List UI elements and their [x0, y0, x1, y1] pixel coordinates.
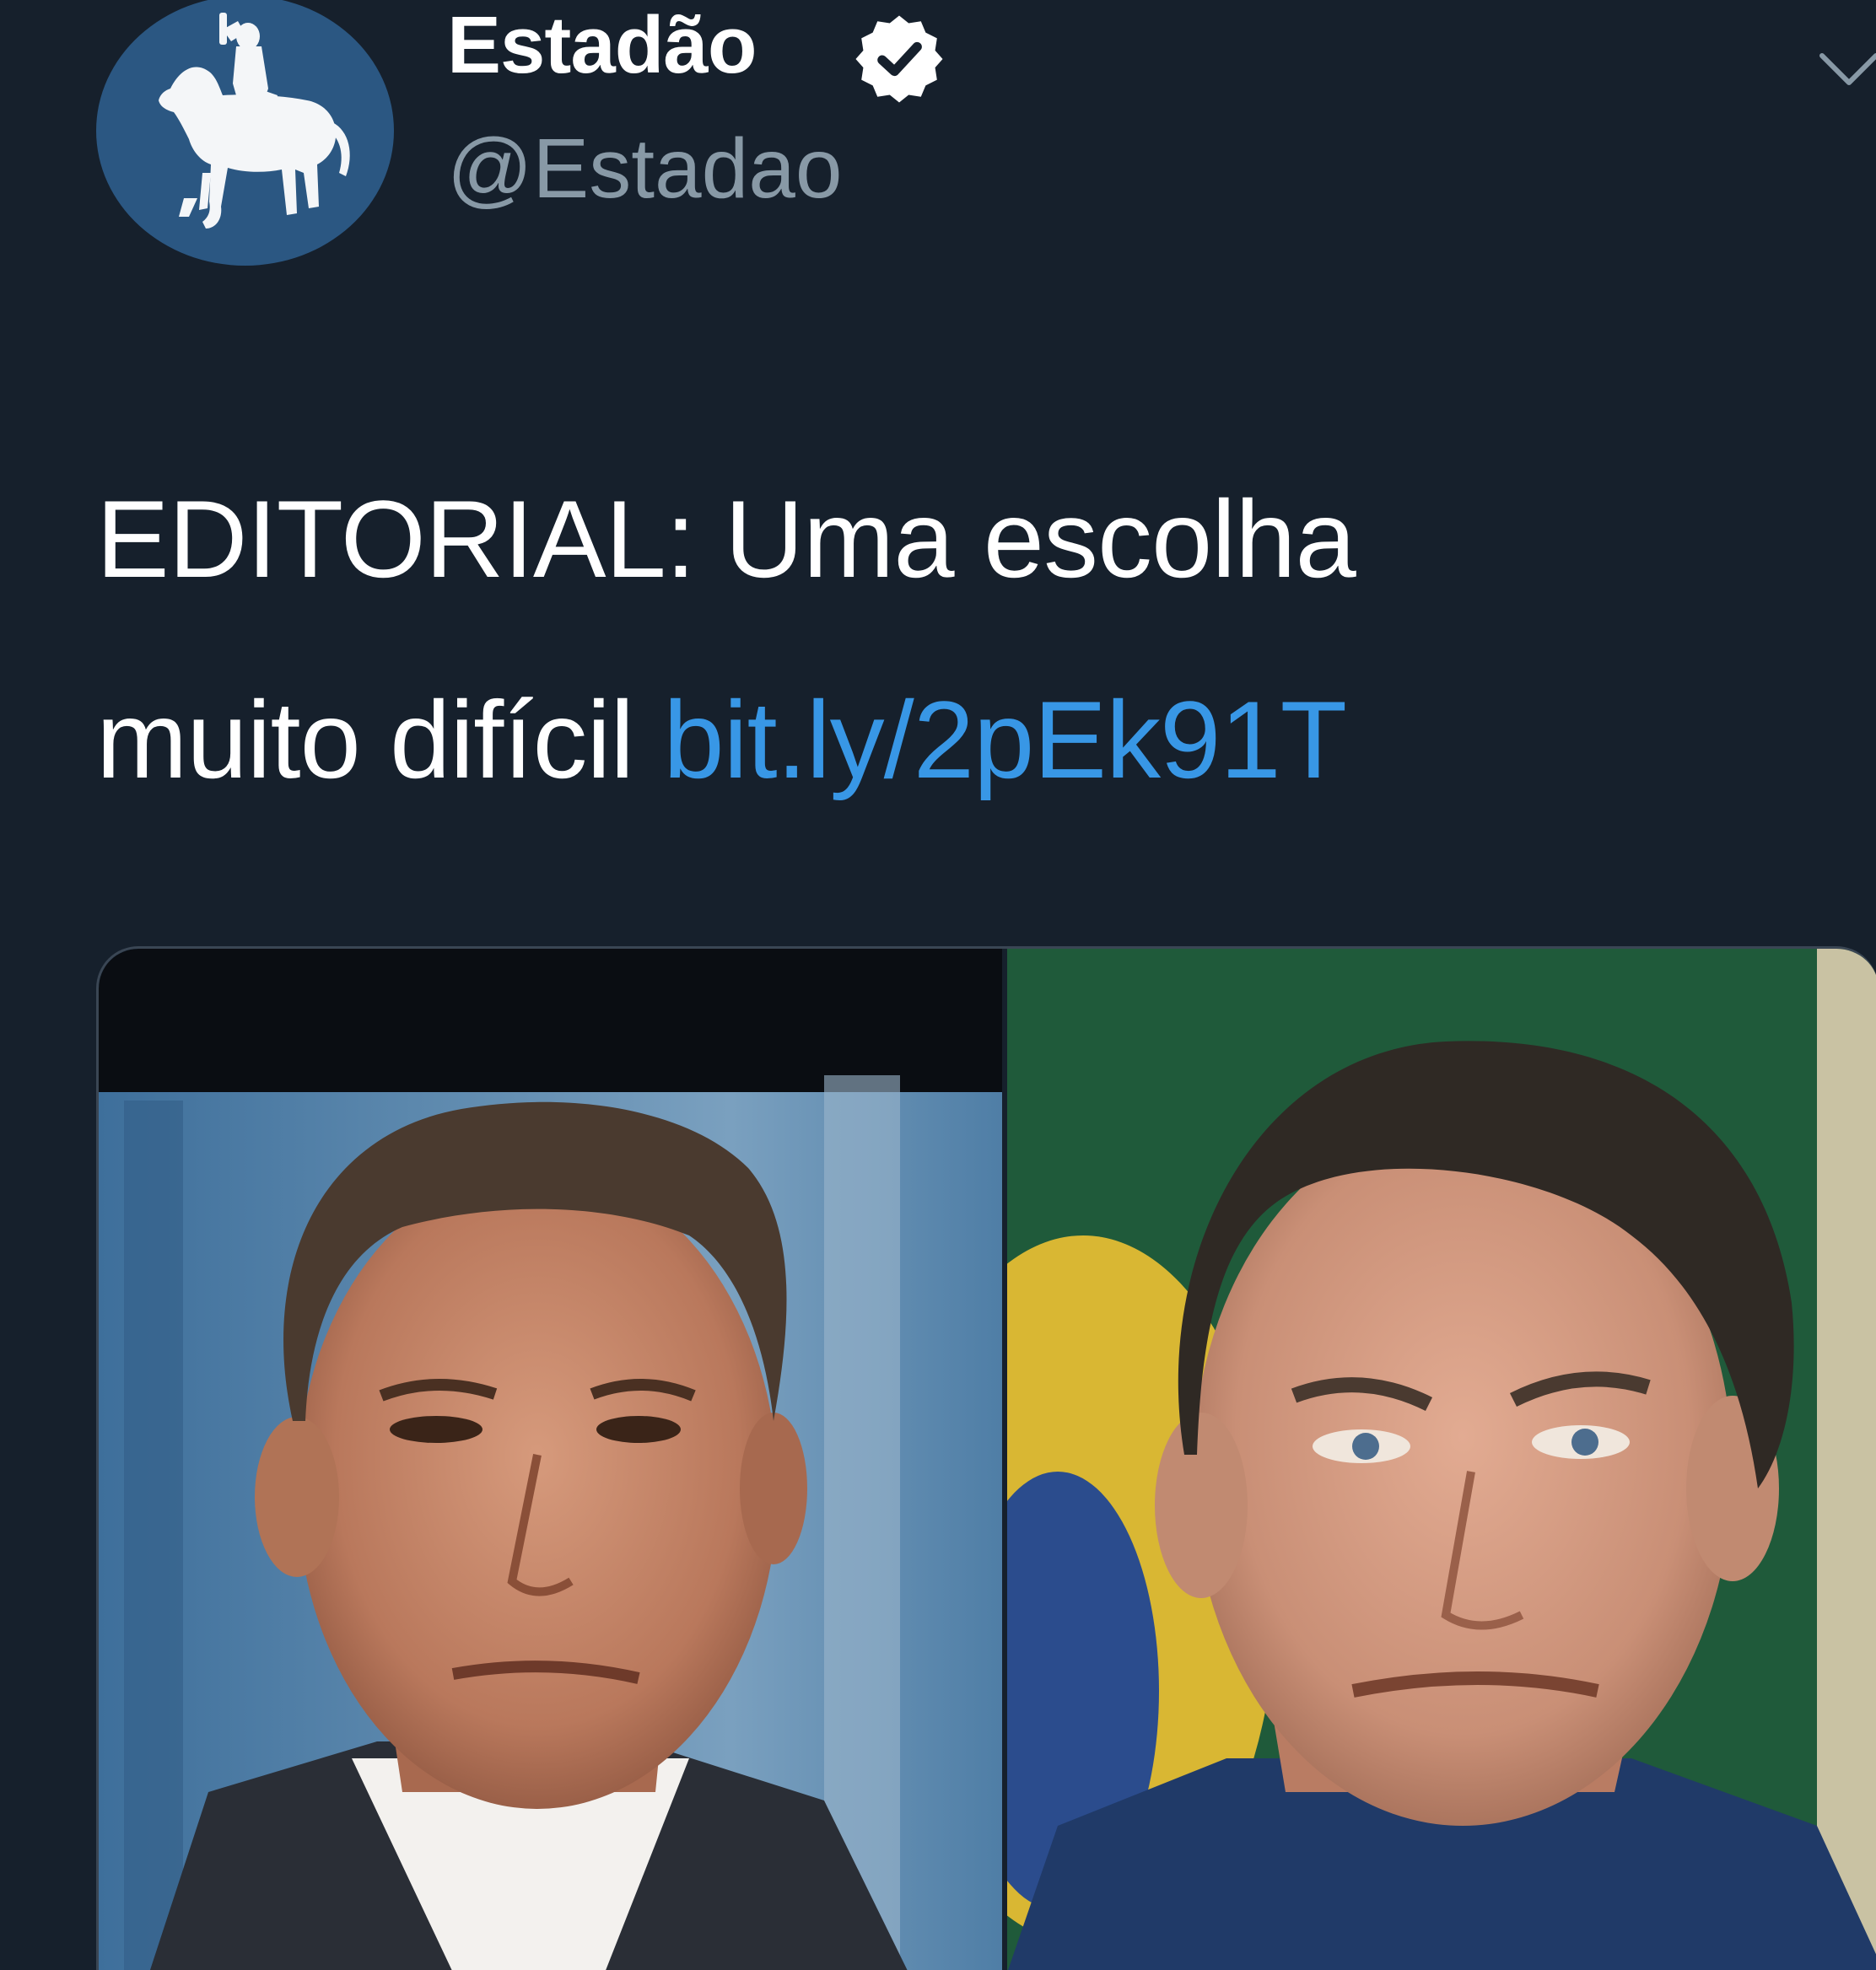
tweet-view: Estadão @Estadao EDITORIAL: Uma escolha … [0, 0, 1876, 1970]
portrait-photo-right[interactable] [1007, 949, 1876, 1970]
tweet-text: EDITORIAL: Uma escolha muito difícil bit… [96, 439, 1834, 840]
author-display-name[interactable]: Estadão [447, 5, 757, 86]
horse-rider-logo-icon [159, 13, 350, 229]
author-handle[interactable]: @Estadao [447, 126, 842, 211]
tweet-link[interactable]: bit.ly/2pEk91T [663, 678, 1347, 801]
chevron-down-icon[interactable] [1815, 35, 1876, 103]
tweet-text-fragment: muito difícil [96, 678, 634, 801]
tweet-text-line: EDITORIAL: Uma escolha [96, 477, 1356, 600]
avatar[interactable] [96, 0, 394, 266]
verified-badge-icon [852, 12, 946, 106]
tweet-media[interactable] [96, 946, 1876, 1970]
portrait-photo-left[interactable] [99, 949, 1002, 1970]
tweet-text-line: muito difícil bit.ly/2pEk91T [96, 639, 1834, 840]
